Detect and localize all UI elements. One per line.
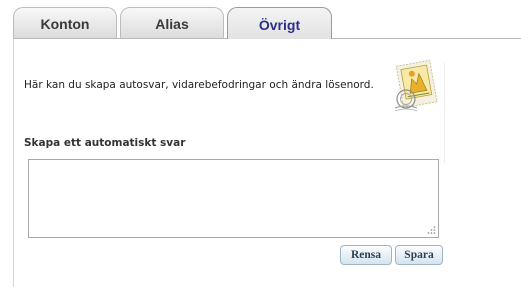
clear-button[interactable]: Rensa [340, 245, 392, 265]
resize-grip-icon[interactable] [426, 225, 436, 235]
tab-ovrigt[interactable]: Övrigt [227, 7, 332, 39]
tab-alias-label: Alias [155, 16, 189, 32]
tab-bar: Konton Alias Övrigt [0, 0, 521, 40]
stamp-divider [444, 63, 445, 163]
settings-panel: Här kan du skapa autosvar, vidarebefodri… [13, 38, 521, 287]
auto-reply-title: Skapa ett automatiskt svar [24, 137, 186, 149]
tab-konton-label: Konton [40, 16, 90, 32]
tab-ovrigt-label: Övrigt [258, 16, 301, 33]
tab-alias[interactable]: Alias [120, 7, 224, 38]
postage-stamp-icon [394, 59, 438, 112]
tab-konton[interactable]: Konton [13, 7, 117, 38]
auto-reply-textarea[interactable] [28, 159, 439, 238]
intro-text: Här kan du skapa autosvar, vidarebefodri… [24, 79, 374, 91]
save-button[interactable]: Spara [395, 245, 443, 265]
